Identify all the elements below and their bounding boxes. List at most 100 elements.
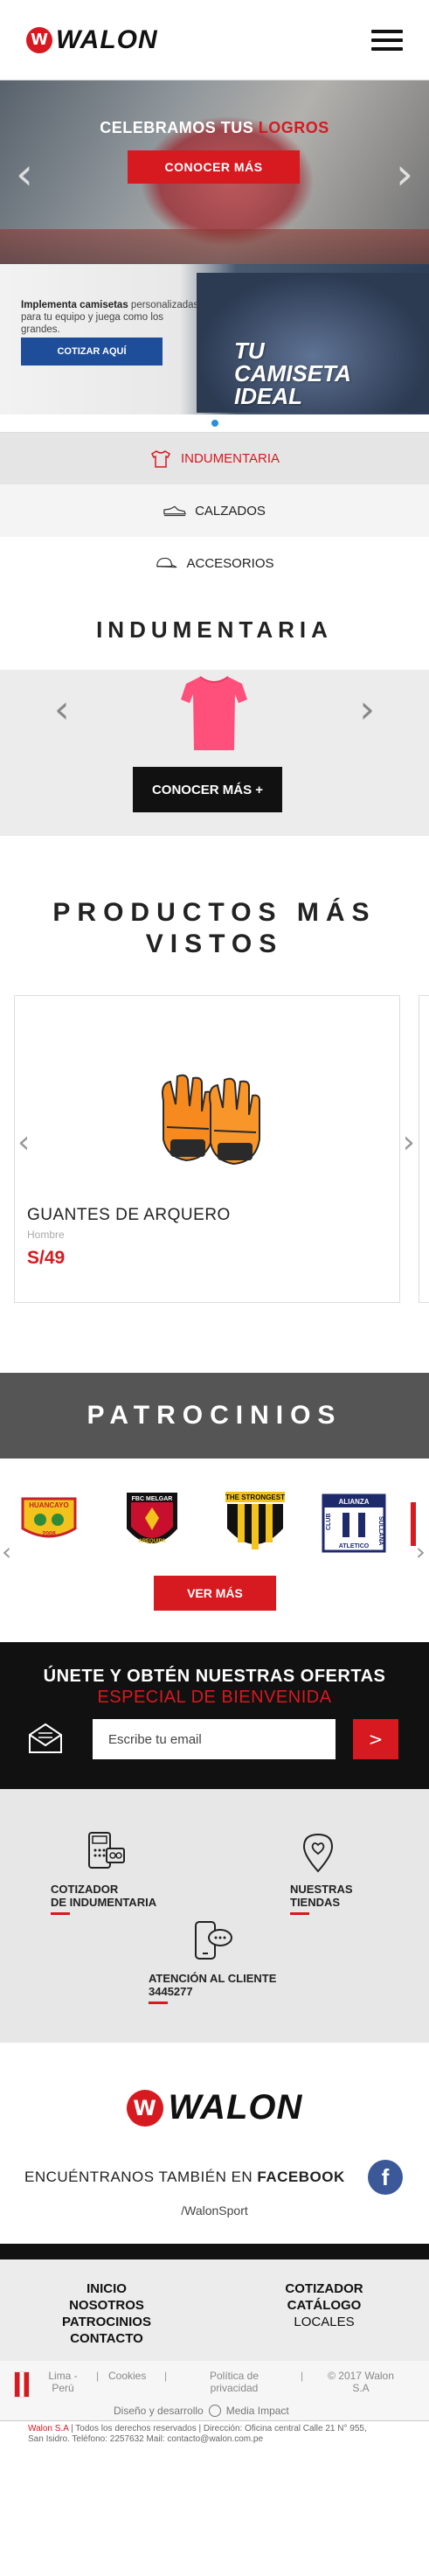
indumentaria-next-arrow-icon[interactable]: › xyxy=(359,687,375,732)
sponsors-next-arrow-icon[interactable]: › xyxy=(416,1537,426,1566)
sponsors-carousel: ‹ HUANCAYO 2008 FBC MELGAR AREQUIPA THE … xyxy=(0,1459,429,1612)
facebook-icon[interactable]: f xyxy=(368,2160,403,2195)
atencion-cliente-link[interactable]: ATENCIÓN AL CLIENTE 3445277 xyxy=(149,1972,276,2004)
footer-walon-logo[interactable]: W WALON xyxy=(0,2088,429,2127)
product-card[interactable]: GUANTES DE ARQUERO Hombre S/49 xyxy=(14,995,400,1303)
separator: | xyxy=(164,2370,168,2382)
nuestras-tiendas-link[interactable]: NUESTRAS TIENDAS xyxy=(290,1883,353,1915)
site-header: W WALON xyxy=(0,0,429,80)
copyright-line1: © 2017 Walon xyxy=(328,2370,394,2382)
brand-footer: W WALON ENCUÉNTRANOS TAMBIÉN EN FACEBOOK… xyxy=(0,2043,429,2235)
indumentaria-conocer-mas-button[interactable]: CONOCER MÁS + xyxy=(133,767,282,812)
walon-logo[interactable]: W WALON xyxy=(26,25,158,55)
melgar-city: AREQUIPA xyxy=(138,1539,166,1544)
productos-carousel: GUANTES DE ARQUERO Hombre S/49 ‹ › xyxy=(0,995,429,1303)
ver-mas-button[interactable]: VER MÁS xyxy=(154,1576,276,1611)
hero-slider: CELEBRAMOS TUS LOGROS CONOCER MÁS ‹ › xyxy=(0,80,429,264)
productos-prev-arrow-icon[interactable]: ‹ xyxy=(17,1124,30,1160)
hamburger-menu-icon[interactable] xyxy=(371,29,403,51)
legal-line1: | Todos los derechos reservados | Direcc… xyxy=(68,2424,367,2433)
category-label: ACCESORIOS xyxy=(186,555,274,571)
facebook-text-bold: FACEBOOK xyxy=(257,2169,345,2185)
peru-flag-icon xyxy=(14,2371,30,2398)
promo-text-bold: Implementa camisetas xyxy=(21,300,128,310)
walon-logo-text: WALON xyxy=(56,24,158,54)
page: W WALON CELEBRAMOS TUS LOGROS CONOCER MÁ… xyxy=(0,0,429,2576)
product-name[interactable]: GUANTES DE ARQUERO xyxy=(27,1206,231,1225)
footer-link-patrocinios[interactable]: PATROCINIOS xyxy=(54,2314,159,2330)
promo-title-line1: TU xyxy=(234,338,265,364)
category-indumentaria[interactable]: INDUMENTARIA xyxy=(0,432,429,484)
cotizador-label-line2: DE INDUMENTARIA xyxy=(51,1896,157,1909)
productos-title-line1: PRODUCTOS MÁS xyxy=(52,898,377,927)
atencion-label: ATENCIÓN AL CLIENTE xyxy=(149,1972,277,1985)
footer-logo-mark: W xyxy=(126,2089,163,2127)
legal-company: Walon S.A xyxy=(28,2424,69,2433)
copyright-text: © 2017 Walon S.A xyxy=(322,2370,400,2394)
footer-menu-left: INICIO NOSOTROS PATROCINIOS CONTACTO xyxy=(54,2280,159,2347)
product-price: S/49 xyxy=(27,1248,66,1268)
alianza-bottom: ATLETICO xyxy=(339,1543,370,1549)
alianza-atletico-logo[interactable]: ALIANZA CLUB SULLANA ATLETICO xyxy=(322,1493,386,1553)
services-section: COTIZADOR DE INDUMENTARIA NUESTRAS TIEND… xyxy=(0,1789,429,2043)
legal-line2: San Isidro. Teléfono: 2257632 Mail: cont… xyxy=(28,2434,264,2444)
productos-title-line2: VISTOS xyxy=(145,929,284,958)
category-label: CALZADOS xyxy=(195,503,266,519)
hero-title-white: CELEBRAMOS TUS xyxy=(100,119,259,136)
footer-menu-right: COTIZADOR CATÁLOGO LOCALES xyxy=(259,2280,390,2330)
design-company-link[interactable]: Media Impact xyxy=(226,2405,289,2417)
footer-link-cotizador[interactable]: COTIZADOR xyxy=(259,2280,390,2297)
category-accesorios[interactable]: ACCESORIOS xyxy=(0,537,429,589)
alianza-club: CLUB xyxy=(326,1514,332,1530)
slider-dot-active[interactable] xyxy=(211,420,218,427)
separator: | xyxy=(96,2370,100,2382)
promo-banner[interactable]: Implementa camisetas personalizadas para… xyxy=(0,264,429,414)
next-product-card-edge[interactable] xyxy=(419,995,429,1303)
cotizar-aqui-button[interactable]: COTIZAR AQUÍ xyxy=(21,338,163,366)
newsletter-submit-button[interactable]: > xyxy=(353,1719,398,1759)
hero-prev-arrow-icon[interactable]: ‹ xyxy=(16,152,33,196)
facebook-handle[interactable]: /WalonSport xyxy=(0,2204,429,2217)
footer-link-catalogo[interactable]: CATÁLOGO xyxy=(259,2297,390,2314)
cotizador-indumentaria-link[interactable]: COTIZADOR DE INDUMENTARIA xyxy=(51,1883,156,1915)
huancayo-logo[interactable]: HUANCAYO 2008 xyxy=(16,1493,82,1546)
indumentaria-title: INDUMENTARIA xyxy=(96,616,333,643)
separator: | xyxy=(301,2370,304,2382)
footer-menu: INICIO NOSOTROS PATROCINIOS CONTACTO COT… xyxy=(0,2259,429,2361)
design-credit: Diseño y desarrollo Media Impact xyxy=(114,2405,289,2417)
shoe-icon xyxy=(163,502,186,519)
hero-title: CELEBRAMOS TUS LOGROS xyxy=(0,119,429,137)
footer-link-nosotros[interactable]: NOSOTROS xyxy=(54,2297,159,2314)
newsletter-section: ÚNETE Y OBTÉN NUESTRAS OFERTAS ESPECIAL … xyxy=(0,1642,429,1789)
footer-link-inicio[interactable]: INICIO xyxy=(54,2280,159,2297)
atencion-phone: 3445277 xyxy=(149,1985,193,1998)
the-strongest-logo[interactable]: THE STRONGEST xyxy=(222,1490,288,1556)
mail-icon xyxy=(29,1723,62,1753)
footer-link-locales[interactable]: LOCALES xyxy=(259,2314,390,2330)
newsletter-title: ÚNETE Y OBTÉN NUESTRAS OFERTAS xyxy=(43,1667,386,1686)
promo-title-line2: CAMISETA xyxy=(234,360,351,386)
cotizador-label-line1: COTIZADOR xyxy=(51,1883,119,1896)
hero-title-red: LOGROS xyxy=(258,119,329,136)
alianza-sullana: SULLANA xyxy=(377,1516,384,1545)
walon-logo-mark: W xyxy=(26,26,52,53)
location-text: Lima - Perú xyxy=(48,2370,78,2394)
melgar-logo[interactable]: FBC MELGAR AREQUIPA xyxy=(124,1490,180,1556)
privacy-link[interactable]: Política de privacidad xyxy=(197,2370,271,2394)
productos-next-arrow-icon[interactable]: › xyxy=(403,1124,415,1160)
hero-next-arrow-icon[interactable]: › xyxy=(396,152,413,196)
copyright-line2: S.A xyxy=(352,2382,370,2394)
footer-link-contacto[interactable]: CONTACTO xyxy=(54,2330,159,2347)
newsletter-email-input[interactable] xyxy=(93,1719,336,1759)
footer-divider-bar xyxy=(0,2244,429,2259)
pink-shirt-image[interactable] xyxy=(179,673,249,754)
hero-conocer-mas-button[interactable]: CONOCER MÁS xyxy=(128,150,300,184)
indumentaria-prev-arrow-icon[interactable]: ‹ xyxy=(54,687,70,732)
category-calzados[interactable]: CALZADOS xyxy=(0,484,429,537)
facebook-text-normal: ENCUÉNTRANOS TAMBIÉN EN xyxy=(24,2169,258,2185)
tiendas-label-line1: NUESTRAS xyxy=(290,1883,353,1896)
facebook-text: ENCUÉNTRANOS TAMBIÉN EN FACEBOOK xyxy=(24,2169,345,2186)
cookies-link[interactable]: Cookies xyxy=(108,2370,146,2382)
cap-icon xyxy=(155,554,177,572)
sponsors-prev-arrow-icon[interactable]: ‹ xyxy=(2,1537,11,1566)
